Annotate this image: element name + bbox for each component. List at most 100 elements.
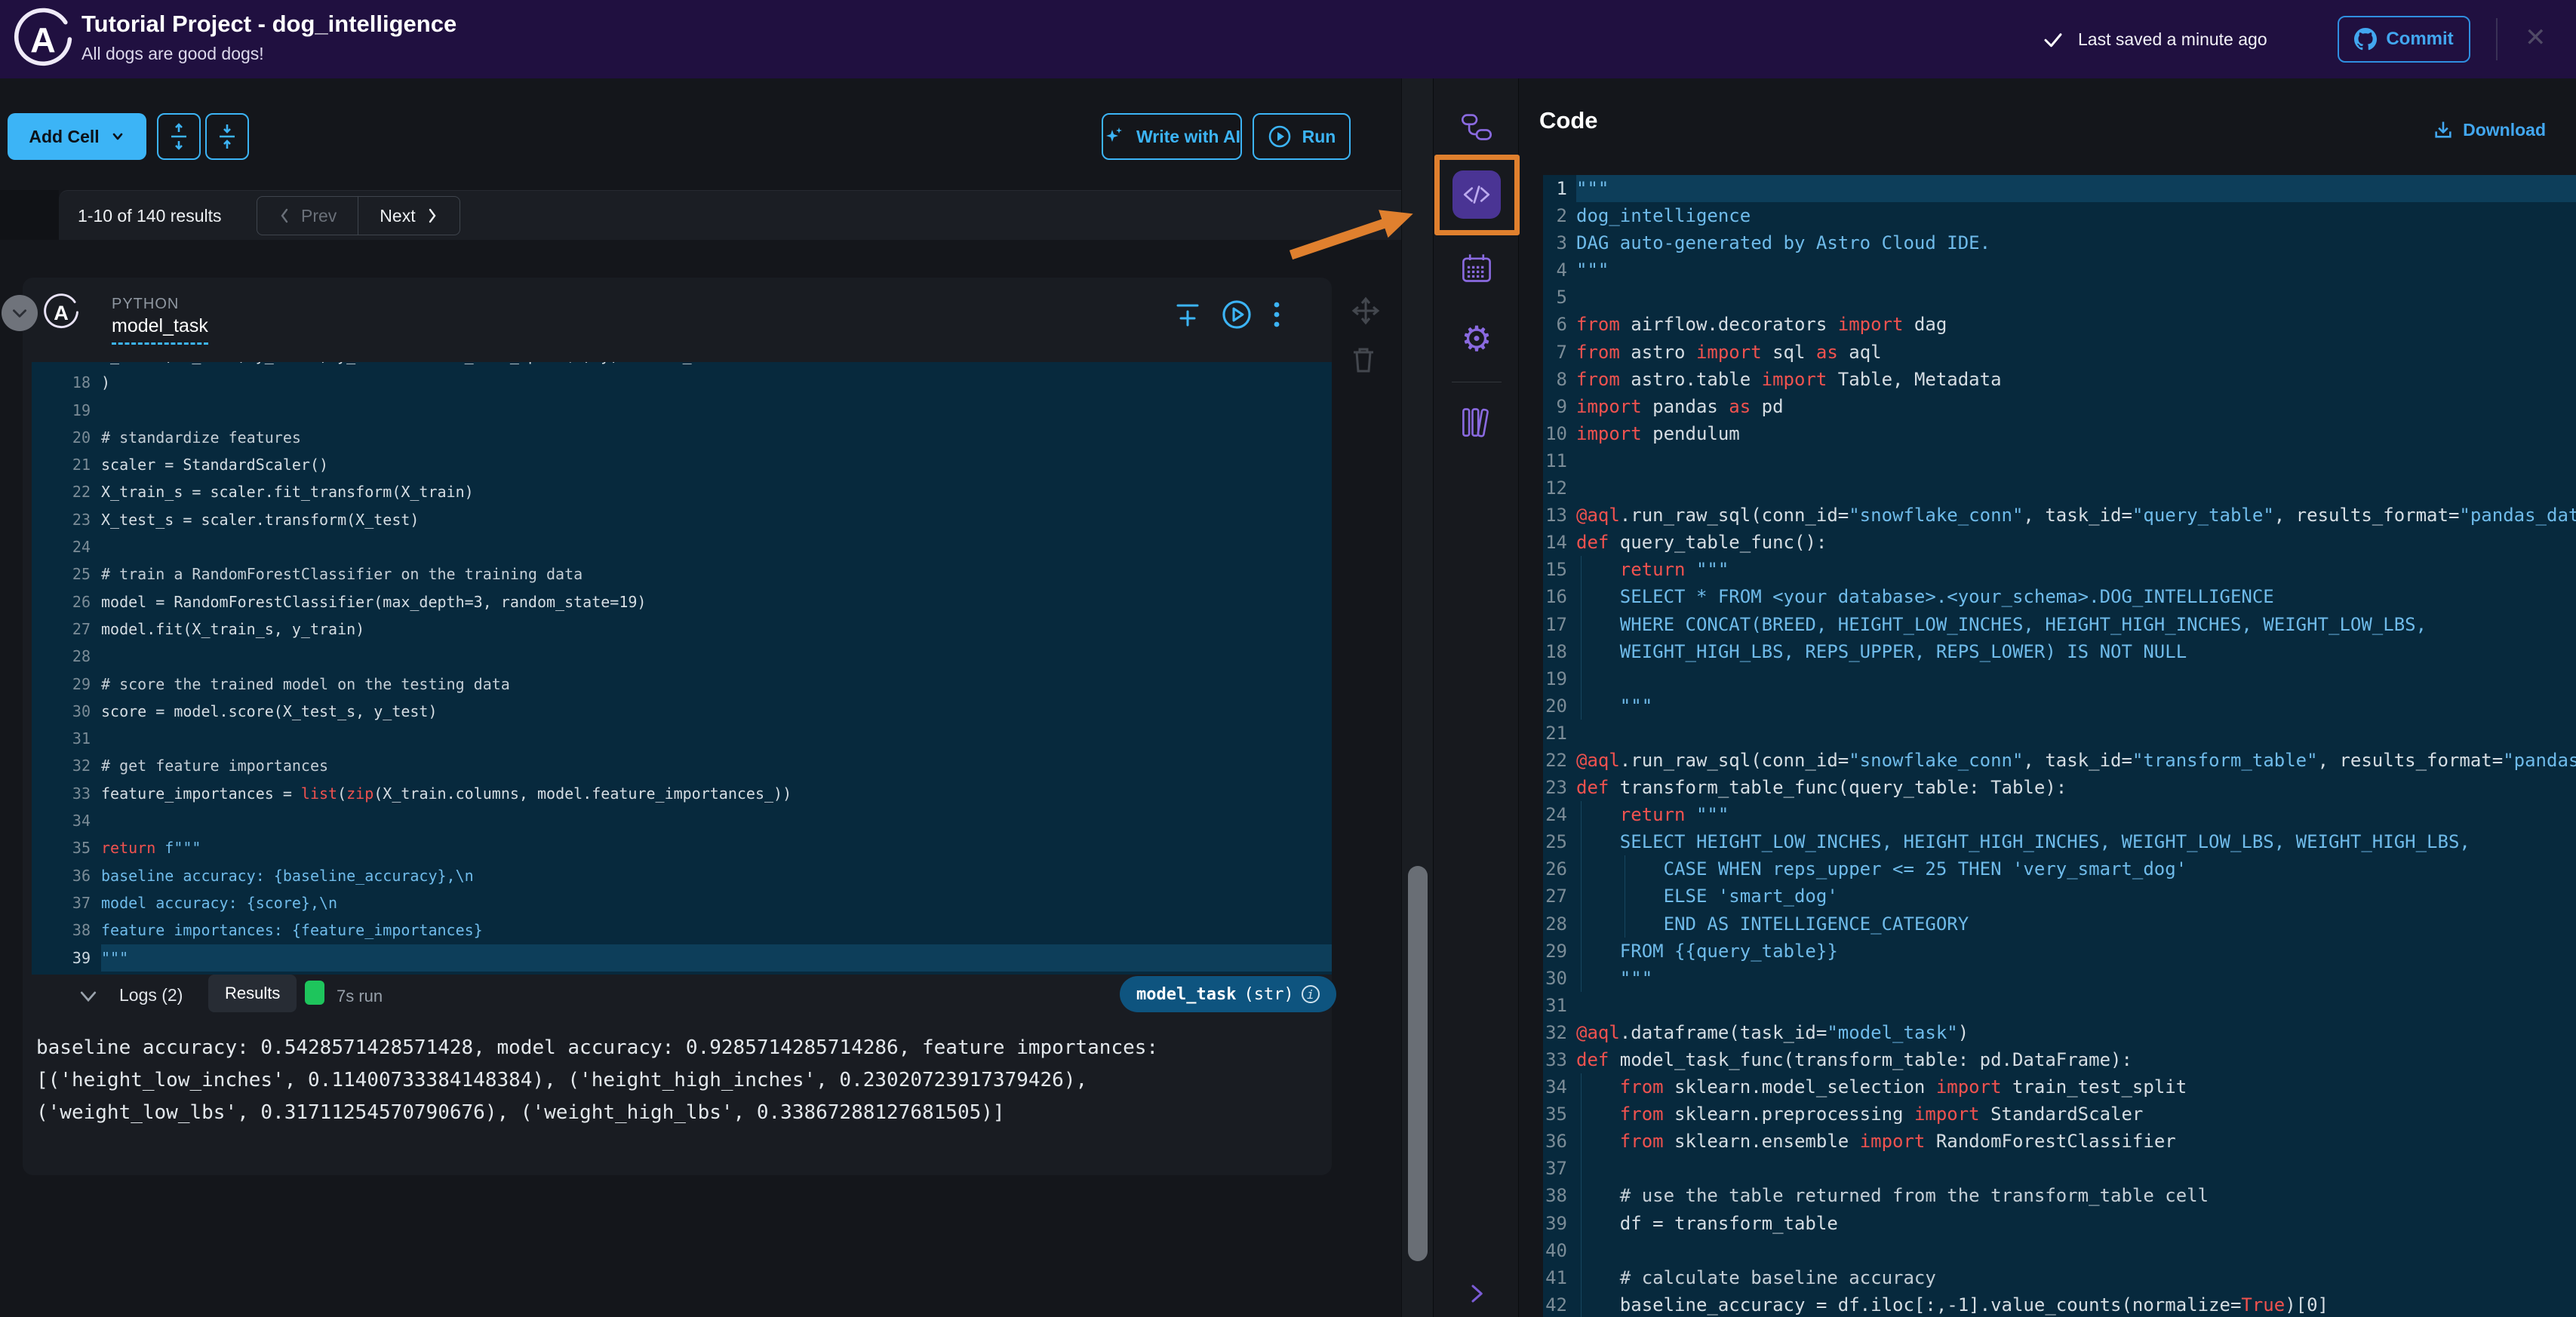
line-number: 4 — [1543, 256, 1576, 284]
cell-output-type-badge[interactable]: model_task (str) i — [1120, 976, 1336, 1012]
expand-rail-button[interactable] — [1434, 1282, 1520, 1305]
code-line[interactable]: 29# score the trained model on the testi… — [32, 671, 1332, 698]
write-with-ai-button[interactable]: Write with AI — [1102, 113, 1242, 160]
code-line[interactable]: 12 — [1543, 474, 2576, 502]
code-line[interactable]: 38feature importances: {feature_importan… — [32, 916, 1332, 944]
pipeline-view-button[interactable] — [1434, 110, 1520, 143]
code-line[interactable]: 23X_test_s = scaler.transform(X_test) — [32, 506, 1332, 533]
code-line[interactable]: 25 SELECT HEIGHT_LOW_INCHES, HEIGHT_HIGH… — [1543, 828, 2576, 855]
schedule-view-button[interactable] — [1434, 252, 1520, 285]
code-line[interactable]: 19 — [32, 397, 1332, 424]
code-line[interactable]: 8from astro.table import Table, Metadata — [1543, 366, 2576, 393]
code-line[interactable]: 33def model_task_func(transform_table: p… — [1543, 1046, 2576, 1073]
code-line[interactable]: 23def transform_table_func(query_table: … — [1543, 774, 2576, 801]
code-line[interactable]: 21scaler = StandardScaler() — [32, 451, 1332, 478]
info-icon[interactable]: i — [1302, 985, 1320, 1003]
code-line[interactable]: 34 — [32, 807, 1332, 834]
code-line[interactable]: 38 # use the table returned from the tra… — [1543, 1182, 2576, 1209]
add-cell-below-icon[interactable] — [1174, 299, 1201, 330]
code-line[interactable]: 41 # calculate baseline accuracy — [1543, 1264, 2576, 1291]
code-line[interactable]: 34 from sklearn.model_selection import t… — [1543, 1073, 2576, 1101]
vertical-scrollbar-track[interactable] — [1401, 78, 1433, 1317]
code-line[interactable]: 11 — [1543, 447, 2576, 474]
code-line[interactable]: 32# get feature importances — [32, 752, 1332, 779]
code-line[interactable]: 26model = RandomForestClassifier(max_dep… — [32, 588, 1332, 616]
code-line[interactable]: 29 FROM {{query_table}} — [1543, 938, 2576, 965]
line-number: 35 — [32, 834, 101, 861]
code-line[interactable]: 24 — [32, 533, 1332, 560]
code-line[interactable]: 18) — [32, 369, 1332, 396]
code-line[interactable]: 14def query_table_func(): — [1543, 529, 2576, 556]
code-line[interactable]: 17X_train, X_test, y_train, y_test = tra… — [32, 362, 1332, 369]
code-line[interactable]: 17 WHERE CONCAT(BREED, HEIGHT_LOW_INCHES… — [1543, 611, 2576, 638]
run-cell-icon[interactable] — [1221, 299, 1253, 330]
results-tab[interactable]: Results — [208, 975, 297, 1012]
code-line[interactable]: 2dog_intelligence — [1543, 202, 2576, 229]
cell-code-editor[interactable]: 17X_train, X_test, y_train, y_test = tra… — [32, 362, 1332, 975]
code-line[interactable]: 13@aql.run_raw_sql(conn_id="snowflake_co… — [1543, 502, 2576, 529]
run-button[interactable]: Run — [1253, 113, 1351, 160]
code-line[interactable]: 9import pandas as pd — [1543, 393, 2576, 420]
code-line[interactable]: 24 return """ — [1543, 801, 2576, 828]
expand-all-cells-button[interactable] — [157, 113, 201, 160]
dag-code-viewer[interactable]: 1"""2dog_intelligence3DAG auto-generated… — [1543, 175, 2576, 1317]
collapse-output-chevron-icon[interactable] — [77, 985, 100, 1012]
code-line[interactable]: 20# standardize features — [32, 424, 1332, 451]
code-line[interactable]: 37 — [1543, 1155, 2576, 1182]
code-line[interactable]: 36 from sklearn.ensemble import RandomFo… — [1543, 1128, 2576, 1155]
delete-cell-trash-icon[interactable] — [1351, 345, 1376, 374]
code-line[interactable]: 40 — [1543, 1237, 2576, 1264]
code-line[interactable]: 3DAG auto-generated by Astro Cloud IDE. — [1543, 229, 2576, 256]
move-cell-icon[interactable] — [1351, 296, 1381, 326]
code-line[interactable]: 20 """ — [1543, 692, 2576, 720]
code-line[interactable]: 35 from sklearn.preprocessing import Sta… — [1543, 1101, 2576, 1128]
collapse-all-cells-button[interactable] — [205, 113, 249, 160]
code-line[interactable]: 27model.fit(X_train_s, y_train) — [32, 616, 1332, 643]
close-icon[interactable]: ✕ — [2525, 23, 2547, 53]
code-line[interactable]: 22X_train_s = scaler.fit_transform(X_tra… — [32, 478, 1332, 505]
code-line[interactable]: 21 — [1543, 720, 2576, 747]
code-line[interactable]: 37model accuracy: {score},\n — [32, 889, 1332, 916]
code-line[interactable]: 36baseline accuracy: {baseline_accuracy}… — [32, 862, 1332, 889]
logs-tab[interactable]: Logs (2) — [119, 985, 183, 1005]
settings-button[interactable]: ⚙ — [1434, 321, 1520, 356]
code-line[interactable]: 31 — [32, 725, 1332, 752]
code-line[interactable]: 10import pendulum — [1543, 420, 2576, 447]
code-line[interactable]: 4""" — [1543, 256, 2576, 284]
code-line[interactable]: 6from airflow.decorators import dag — [1543, 311, 2576, 338]
prev-page-button[interactable]: Prev — [257, 197, 358, 235]
code-line[interactable]: 18 WEIGHT_HIGH_LBS, REPS_UPPER, REPS_LOW… — [1543, 638, 2576, 665]
code-line[interactable]: 30 """ — [1543, 965, 2576, 992]
code-line[interactable]: 26 CASE WHEN reps_upper <= 25 THEN 'very… — [1543, 855, 2576, 883]
code-line[interactable]: 5 — [1543, 284, 2576, 311]
add-cell-button[interactable]: Add Cell — [8, 113, 146, 160]
code-line[interactable]: 25# train a RandomForestClassifier on th… — [32, 560, 1332, 588]
code-line[interactable]: 30score = model.score(X_test_s, y_test) — [32, 698, 1332, 725]
code-line[interactable]: 31 — [1543, 992, 2576, 1019]
code-line[interactable]: 39 df = transform_table — [1543, 1210, 2576, 1237]
code-line[interactable]: 39""" — [32, 944, 1332, 972]
code-line[interactable]: 22@aql.run_raw_sql(conn_id="snowflake_co… — [1543, 747, 2576, 774]
next-page-button[interactable]: Next — [358, 197, 459, 235]
collapse-cell-button[interactable] — [2, 295, 38, 331]
library-button[interactable] — [1434, 406, 1520, 439]
code-line[interactable]: 33feature_importances = list(zip(X_train… — [32, 780, 1332, 807]
write-with-ai-label: Write with AI — [1136, 127, 1240, 147]
vertical-scrollbar-thumb[interactable] — [1408, 866, 1428, 1261]
download-button[interactable]: Download — [2433, 119, 2546, 140]
commit-button[interactable]: Commit — [2338, 16, 2470, 63]
code-line[interactable]: 28 END AS INTELLIGENCE_CATEGORY — [1543, 910, 2576, 938]
code-line[interactable]: 1""" — [1543, 175, 2576, 202]
code-line[interactable]: 16 SELECT * FROM <your database>.<your_s… — [1543, 583, 2576, 610]
code-line[interactable]: 7from astro import sql as aql — [1543, 339, 2576, 366]
cell-menu-kebab-icon[interactable] — [1272, 299, 1281, 330]
code-view-button[interactable] — [1452, 170, 1501, 219]
code-line[interactable]: 15 return """ — [1543, 556, 2576, 583]
code-line[interactable]: 27 ELSE 'smart_dog' — [1543, 883, 2576, 910]
code-line[interactable]: 42 baseline_accuracy = df.iloc[:,-1].val… — [1543, 1291, 2576, 1317]
code-line[interactable]: 35return f""" — [32, 834, 1332, 861]
cell-name-input[interactable]: model_task — [112, 315, 208, 345]
code-line[interactable]: 28 — [32, 643, 1332, 670]
code-line[interactable]: 19 — [1543, 665, 2576, 692]
code-line[interactable]: 32@aql.dataframe(task_id="model_task") — [1543, 1019, 2576, 1046]
